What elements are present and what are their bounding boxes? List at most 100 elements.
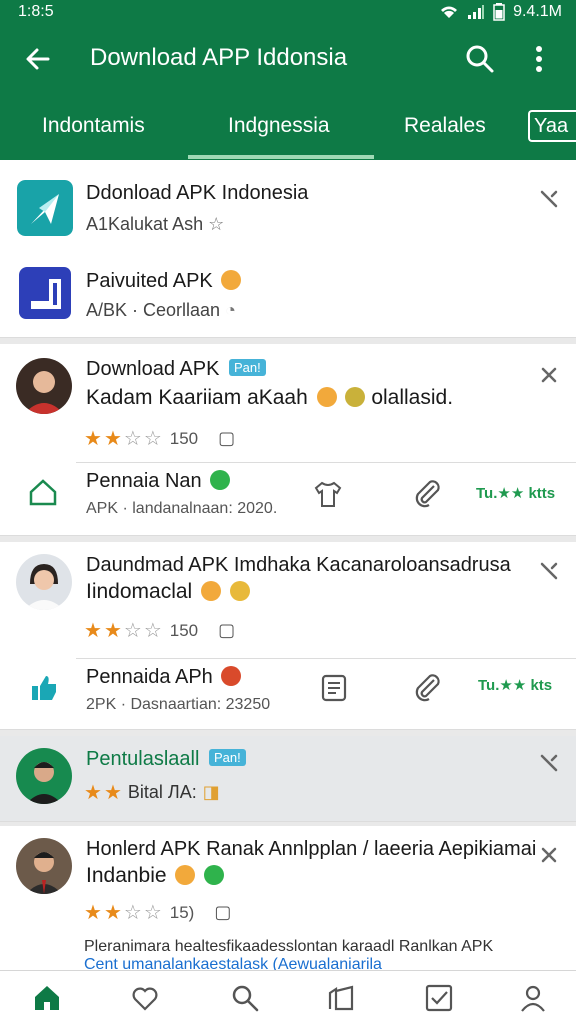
sub-meta: 2PK · Dasnaartian: 23250 [86,696,271,713]
person-avatar-icon [26,762,62,804]
app-icon-download[interactable] [17,180,73,236]
attach-icon[interactable] [412,478,444,510]
dismiss-icon[interactable] [538,188,560,210]
app-subtitle-2: A/ΒK · Ceorllaan ◔ [86,300,236,321]
tab-1[interactable]: Indontamis [42,114,145,138]
post-text-main: Kadam Kaariiam aKaah [86,386,308,409]
profile-icon[interactable] [518,983,548,1013]
avatar[interactable] [16,838,72,894]
emoji-icon [221,270,242,290]
app-title-2[interactable]: Paivuited APK [86,270,242,293]
star-icon: ☆ [123,428,142,450]
thumbs-up-icon[interactable] [28,672,60,704]
rating-count: 150 [169,620,199,640]
post-title-line2: Iindomaclal [86,580,250,604]
signal-icon [468,5,485,19]
star-icon: ★ [103,782,122,804]
home-icon[interactable] [32,983,62,1013]
star-icon: ★ [84,620,102,642]
person-avatar-icon [24,371,64,414]
app-icon-phone[interactable] [19,267,75,323]
post-footer-2[interactable]: Cent umanalankaestalask (Aewualaniarila [84,956,382,970]
comment-icon[interactable]: ▢ [218,428,235,449]
status-time: 1:8:5 [18,3,54,20]
avatar[interactable] [16,554,72,610]
heart-chat-icon[interactable] [130,983,160,1013]
feed[interactable]: Ddonload APK Indonesia A1Kalukat Ash ☆ P… [0,160,576,970]
person-avatar-icon [24,564,64,610]
post-card-2[interactable]: Daundmad APK Imdhaka Kacanaroloansadrusa… [0,542,576,730]
tab-4[interactable]: Yaa [528,110,576,142]
close-icon[interactable] [538,844,560,866]
dismiss-icon[interactable] [538,752,560,774]
emoji-icon [201,581,222,601]
app-title-1[interactable]: Ddonload APK Indonesia [86,182,308,205]
post-card-4[interactable]: Honlerd APK Ranak Annlpplan / laeeria Ae… [0,826,576,970]
search-icon[interactable] [464,43,496,75]
sub-title-text: Pennaia Nan [86,470,202,492]
rating-stars: ★ ★ ☆ ☆ 150 ▢ [84,426,235,451]
post-card-3[interactable]: Pentulaslaall Pan! ★ ★ Bital ЛА: ◨ [0,736,576,822]
emoji-icon [316,387,337,407]
status-badge: Pan! [228,359,266,376]
home-outline-icon[interactable] [27,476,59,508]
status-icons: 9.4.1M [439,3,562,21]
tab-4-label: Yaa [534,115,569,137]
attach-icon[interactable] [412,672,444,704]
post-title[interactable]: Pentulaslaall Pan! [86,748,246,771]
checkbox-icon[interactable] [424,983,454,1013]
rate-label[interactable]: Tu.★★ ktts [476,484,555,502]
shirt-icon[interactable] [312,478,344,510]
star-icon: ★ [84,902,102,924]
avatar[interactable] [16,358,72,414]
post-footer-1: Pleranimara healtesfikaadesslontan karaa… [84,938,494,955]
emoji-icon [229,581,250,601]
emoji-icon [175,865,196,885]
status-bar: 1:8:5 9.4.1M [0,0,576,26]
comment-icon[interactable]: ▢ [214,902,231,923]
bottom-nav [0,970,576,1024]
star-icon: ★ [103,620,122,642]
post-card-1[interactable]: Download APK Pan! Kadam Kaariiam aKaah o… [0,344,576,536]
post-title[interactable]: Download APK Pan! [86,358,266,381]
rate-label[interactable]: Tu.★★ kts [478,676,552,694]
document-icon[interactable] [318,672,350,704]
comment-icon[interactable]: ▢ [218,620,235,641]
wifi-icon [441,6,458,18]
rating-stars: ★ ★ ☆ ☆ 150 ▢ [84,618,235,643]
search-icon[interactable] [230,983,260,1013]
post-title-line2-text: Iindomaclal [86,580,193,603]
emoji-icon [345,387,366,407]
post-title[interactable]: Daundmad APK Imdhaka Kacanaroloansadrusa [86,554,511,577]
row-divider [76,462,576,463]
status-right-text: 9.4.1M [513,3,562,20]
rating-count: 15) [169,902,195,922]
post-text-tail: olallasid. [371,386,454,409]
person-avatar-icon [26,852,62,894]
library-icon[interactable] [326,983,356,1013]
post-title-line2: Indanbie [86,864,225,888]
rating-count: 150 [169,428,199,448]
post-title[interactable]: Honlerd APK Ranak Annlpplan / laeeria Ae… [86,838,536,861]
avatar[interactable] [16,748,72,804]
row-divider [76,658,576,659]
sub-title[interactable]: Pennaia Nan [86,470,231,493]
tab-3[interactable]: Realales [404,114,486,138]
rating-text: Bital ЛА: [127,782,197,802]
more-vert-icon[interactable] [527,43,551,75]
app-title-2-text: Paivuited APK [86,270,213,292]
tab-indicator [188,155,374,159]
battery-icon [493,3,505,21]
badge-icon [221,666,242,686]
close-icon[interactable] [538,364,560,386]
whatsapp-icon [204,865,225,885]
back-arrow-icon[interactable] [22,43,54,75]
star-icon: ★ [84,782,102,804]
app-list-card: Ddonload APK Indonesia A1Kalukat Ash ☆ P… [0,160,576,338]
tab-2[interactable]: Indgnessia [228,114,330,138]
star-icon: ★ [103,902,122,924]
sub-title[interactable]: Pennaida APh [86,666,242,689]
app-subtitle-1-text: A1Kalukat Ash [86,214,204,234]
dismiss-icon[interactable] [538,560,560,582]
star-outline-icon: ☆ [208,214,225,234]
